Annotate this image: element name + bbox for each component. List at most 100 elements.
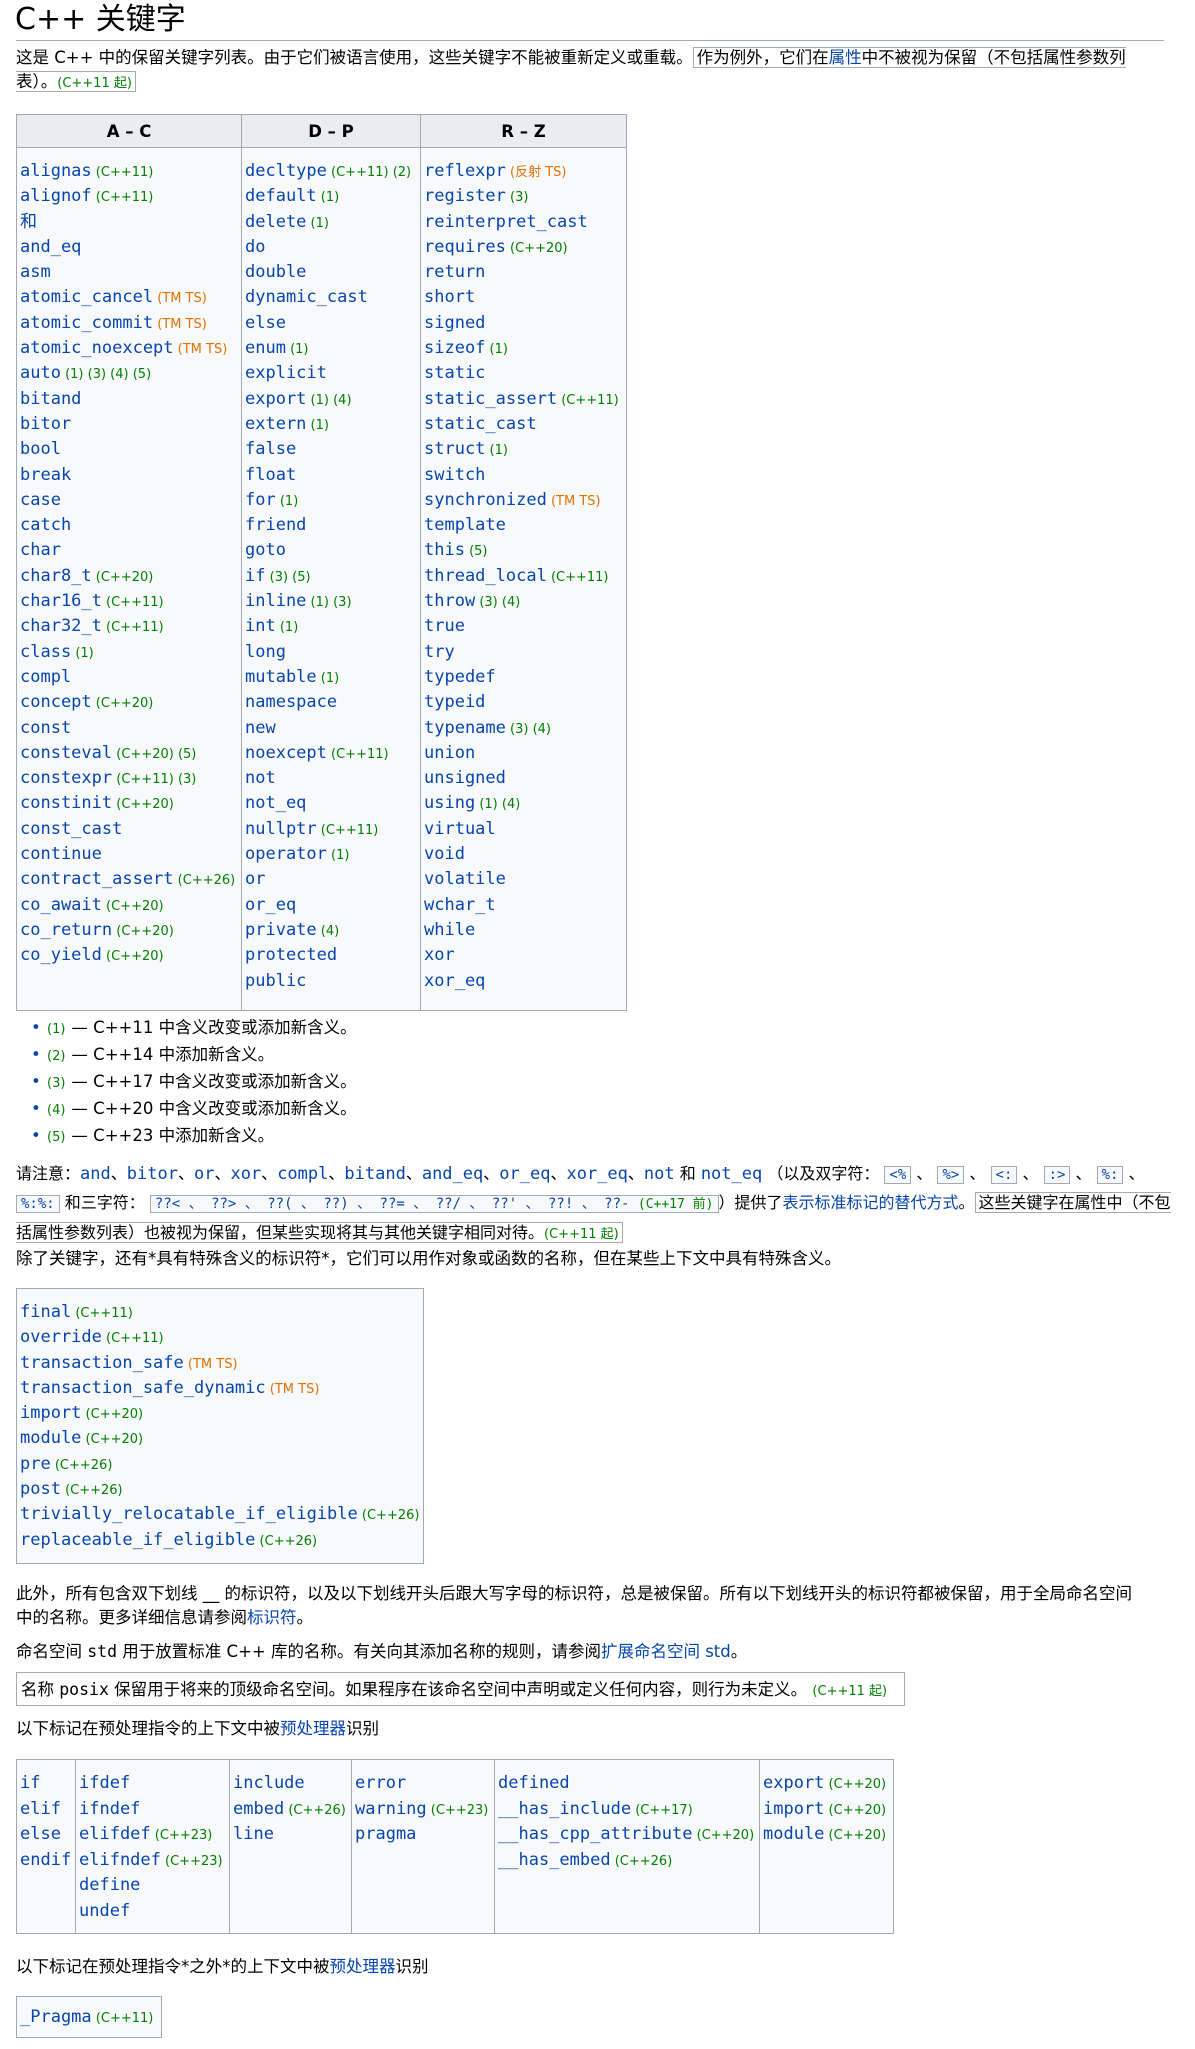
keyword-link[interactable]: reinterpret_cast: [424, 212, 588, 232]
keyword-link[interactable]: else: [245, 313, 286, 333]
keyword-link[interactable]: double: [245, 262, 306, 282]
keyword-link[interactable]: xor: [424, 945, 455, 965]
keyword-link[interactable]: static: [424, 363, 485, 383]
keyword-link[interactable]: nullptr: [245, 819, 317, 839]
alt-token-link[interactable]: or_eq: [499, 1164, 550, 1184]
keyword-link[interactable]: virtual: [424, 819, 496, 839]
keyword-link[interactable]: not_eq: [245, 793, 306, 813]
keyword-link[interactable]: contract_assert: [20, 869, 174, 889]
keyword-link[interactable]: enum: [245, 338, 286, 358]
keyword-link[interactable]: wchar_t: [424, 895, 496, 915]
keyword-link[interactable]: break: [20, 465, 71, 485]
alt-token-link[interactable]: xor_eq: [566, 1164, 627, 1184]
keyword-link[interactable]: elifndef: [79, 1850, 161, 1870]
keyword-link[interactable]: char8_t: [20, 566, 92, 586]
keyword-link[interactable]: constinit: [20, 793, 112, 813]
keyword-link[interactable]: unsigned: [424, 768, 506, 788]
keyword-link[interactable]: decltype: [245, 161, 327, 181]
keyword-link[interactable]: mutable: [245, 667, 317, 687]
keyword-link[interactable]: embed: [233, 1799, 284, 1819]
alt-token-link[interactable]: not: [644, 1164, 675, 1184]
keyword-link[interactable]: thread_local: [424, 566, 547, 586]
alt-token-link[interactable]: xor: [230, 1164, 261, 1184]
keyword-link[interactable]: throw: [424, 591, 475, 611]
keyword-link[interactable]: auto: [20, 363, 61, 383]
keyword-link[interactable]: goto: [245, 540, 286, 560]
keyword-link[interactable]: elifdef: [79, 1824, 151, 1844]
keyword-link[interactable]: typename: [424, 718, 506, 738]
keyword-link[interactable]: case: [20, 490, 61, 510]
keyword-link[interactable]: _Pragma: [20, 2007, 92, 2027]
keyword-link[interactable]: operator: [245, 844, 327, 864]
keyword-link[interactable]: volatile: [424, 869, 506, 889]
keyword-link[interactable]: if: [20, 1773, 40, 1793]
keyword-link[interactable]: register: [424, 186, 506, 206]
keyword-link[interactable]: include: [233, 1773, 305, 1793]
keyword-link[interactable]: export: [763, 1773, 824, 1793]
keyword-link[interactable]: asm: [20, 262, 51, 282]
keyword-link[interactable]: continue: [20, 844, 102, 864]
alt-token-link[interactable]: not_eq: [701, 1164, 762, 1184]
keyword-link[interactable]: atomic_noexcept: [20, 338, 174, 358]
attribute-link[interactable]: 属性: [829, 48, 862, 67]
keyword-link[interactable]: class: [20, 642, 71, 662]
keyword-link[interactable]: compl: [20, 667, 71, 687]
keyword-link[interactable]: co_yield: [20, 945, 102, 965]
keyword-link[interactable]: co_return: [20, 920, 112, 940]
alt-token-link[interactable]: and_eq: [422, 1164, 483, 1184]
keyword-link[interactable]: bitand: [20, 389, 81, 409]
keyword-link[interactable]: trivially_relocatable_if_eligible: [20, 1504, 358, 1524]
keyword-link[interactable]: export: [245, 389, 306, 409]
keyword-link[interactable]: bool: [20, 439, 61, 459]
keyword-link[interactable]: transaction_safe: [20, 1353, 184, 1373]
keyword-link[interactable]: __has_embed: [498, 1850, 611, 1870]
keyword-link[interactable]: pre: [20, 1454, 51, 1474]
keyword-link[interactable]: transaction_safe_dynamic: [20, 1378, 266, 1398]
identifiers-link[interactable]: 标识符: [247, 1608, 297, 1627]
keyword-link[interactable]: import: [763, 1799, 824, 1819]
keyword-link[interactable]: void: [424, 844, 465, 864]
keyword-link[interactable]: char32_t: [20, 616, 102, 636]
keyword-link[interactable]: signed: [424, 313, 485, 333]
keyword-link[interactable]: alignas: [20, 161, 92, 181]
keyword-link[interactable]: static_assert: [424, 389, 557, 409]
keyword-link[interactable]: __has_cpp_attribute: [498, 1824, 692, 1844]
alt-token-link[interactable]: and: [80, 1164, 111, 1184]
keyword-link[interactable]: return: [424, 262, 485, 282]
keyword-link[interactable]: not: [245, 768, 276, 788]
keyword-link[interactable]: ifdef: [79, 1773, 130, 1793]
keyword-link[interactable]: typeid: [424, 692, 485, 712]
keyword-link[interactable]: delete: [245, 212, 306, 232]
keyword-link[interactable]: else: [20, 1824, 61, 1844]
alt-token-link[interactable]: compl: [277, 1164, 328, 1184]
keyword-link[interactable]: sizeof: [424, 338, 485, 358]
keyword-link[interactable]: pragma: [355, 1824, 416, 1844]
keyword-link[interactable]: line: [233, 1824, 274, 1844]
keyword-link[interactable]: concept: [20, 692, 92, 712]
keyword-link[interactable]: using: [424, 793, 475, 813]
keyword-link[interactable]: if: [245, 566, 265, 586]
keyword-link[interactable]: undef: [79, 1901, 130, 1921]
keyword-link[interactable]: char: [20, 540, 61, 560]
keyword-link[interactable]: catch: [20, 515, 71, 535]
keyword-link[interactable]: explicit: [245, 363, 327, 383]
keyword-link[interactable]: or: [245, 869, 265, 889]
keyword-link[interactable]: extern: [245, 414, 306, 434]
keyword-link[interactable]: atomic_commit: [20, 313, 153, 333]
keyword-link[interactable]: reflexpr: [424, 161, 506, 181]
alt-token-link[interactable]: bitand: [344, 1164, 405, 1184]
keyword-link[interactable]: requires: [424, 237, 506, 257]
keyword-link[interactable]: dynamic_cast: [245, 287, 368, 307]
keyword-link[interactable]: module: [763, 1824, 824, 1844]
keyword-link[interactable]: typedef: [424, 667, 496, 687]
keyword-link[interactable]: static_cast: [424, 414, 537, 434]
keyword-link[interactable]: new: [245, 718, 276, 738]
keyword-link[interactable]: do: [245, 237, 265, 257]
keyword-link[interactable]: 和: [20, 212, 37, 232]
keyword-link[interactable]: constexpr: [20, 768, 112, 788]
keyword-link[interactable]: default: [245, 186, 317, 206]
keyword-link[interactable]: __has_include: [498, 1799, 631, 1819]
keyword-link[interactable]: namespace: [245, 692, 337, 712]
keyword-link[interactable]: replaceable_if_eligible: [20, 1530, 255, 1550]
keyword-link[interactable]: ifndef: [79, 1799, 140, 1819]
